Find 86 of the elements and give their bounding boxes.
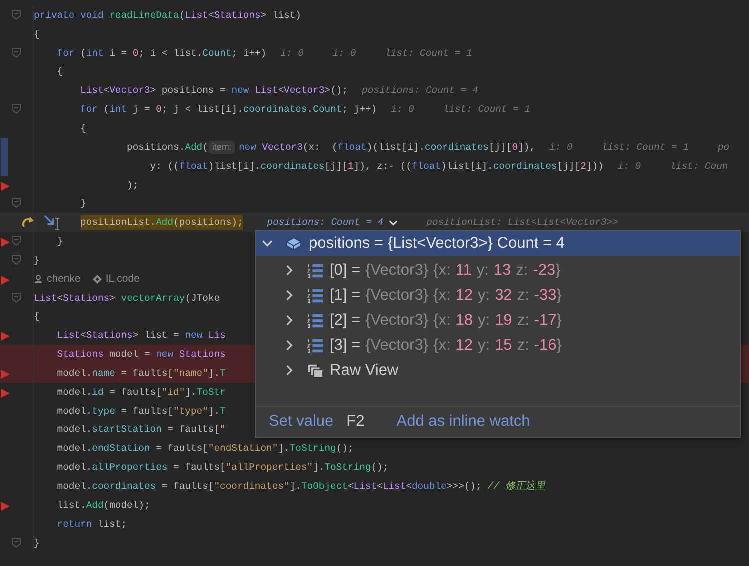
tree-item[interactable]: [0] = {Vector3} {x: 11 y: 13 z: -23} xyxy=(256,258,740,283)
inline-value-hint: i: 0 xyxy=(280,48,304,59)
popup-action-link[interactable]: Add as inline watch xyxy=(396,413,530,431)
stacked-pages-icon xyxy=(307,362,324,378)
inline-value-hint: list: Count = 1 xyxy=(602,142,689,153)
breakpoint-icon[interactable] xyxy=(1,182,10,191)
code-text: for (int j = 0; j < list[i].coordinates.Count; j++) xyxy=(80,103,378,118)
inline-value-hint: list: Count = 1 xyxy=(443,104,531,116)
code-text: model.startStation = faults[" xyxy=(57,423,226,438)
code-text: ); xyxy=(127,178,139,193)
code-text: } xyxy=(57,235,64,250)
code-text: List<Vector3> positions = new List<Vector3>(); xyxy=(80,84,348,98)
chevron-icon[interactable] xyxy=(284,365,295,376)
tree-item[interactable]: Raw View xyxy=(256,358,740,383)
code-text: { xyxy=(57,65,64,80)
inline-value-hint: i: 0 xyxy=(391,104,414,116)
breakpoint-icon[interactable] xyxy=(1,502,10,511)
fold-icon[interactable] xyxy=(12,198,21,208)
inline-value-hint[interactable]: positions: Count = 4 xyxy=(267,217,398,228)
shortcut-hint: F2 xyxy=(346,413,365,431)
code-text: private void readLineData(List<Stations> list) xyxy=(34,8,302,23)
tree-item[interactable]: [1] = {Vector3} {x: 12 y: 32 z: -33} xyxy=(256,283,740,308)
fold-icon[interactable] xyxy=(12,10,21,20)
chevron-icon[interactable] xyxy=(284,340,295,351)
inline-value-hint: i: 0 xyxy=(550,142,573,153)
code-text: { xyxy=(80,122,86,136)
code-text: model.name = faults["name"].T xyxy=(57,366,226,381)
tree-item[interactable]: [2] = {Vector3} {x: 18 y: 19 z: -17} xyxy=(256,308,740,333)
breakpoint-icon[interactable] xyxy=(1,332,10,342)
code-text: List<Stations> vectorArray(JToke xyxy=(34,292,220,306)
code-text: return list; xyxy=(57,518,128,532)
object-icon xyxy=(285,236,303,250)
code-text: model.endStation = faults["endStation"].ToString(); xyxy=(57,442,354,456)
code-text: new Vector3(x: (float)(list[i].coordinates[j][0]), xyxy=(238,140,536,155)
fold-icon[interactable] xyxy=(12,538,21,548)
code-text: positionList.Add(positions); xyxy=(80,215,244,230)
popup-action-link[interactable]: Set value xyxy=(269,413,334,431)
inline-value-hint: positions: Count = 4 xyxy=(362,85,478,96)
inline-value-hint: po xyxy=(718,142,730,153)
numbered-list-icon xyxy=(307,312,324,328)
code-text: list.Add(model); xyxy=(57,498,150,513)
chevron-icon[interactable] xyxy=(284,290,295,301)
chevron-icon[interactable] xyxy=(262,238,273,249)
inline-value-hint: list: Coun xyxy=(670,160,728,172)
chevron-down-icon xyxy=(388,220,398,226)
diamond-icon xyxy=(92,274,102,284)
code-text: } xyxy=(80,197,86,212)
code-text: model.type = faults["type"].T xyxy=(57,404,226,419)
step-over-icon[interactable] xyxy=(21,216,35,230)
author-hint[interactable]: chenke xyxy=(47,273,81,286)
fold-icon[interactable] xyxy=(12,48,21,58)
code-text: List<Stations> list = new Lis xyxy=(57,329,226,344)
numbered-list-icon xyxy=(307,338,324,354)
breakpoint-icon[interactable] xyxy=(1,238,10,248)
code-text: model.allProperties = faults["allProperties"].ToString(); xyxy=(57,461,389,476)
code-text: { xyxy=(34,310,40,324)
parameter-hint: item: xyxy=(209,140,235,154)
inline-value-hint: positionList: List<List<Vector3>> xyxy=(426,217,618,228)
code-text: { xyxy=(34,28,40,42)
fold-icon[interactable] xyxy=(12,236,21,246)
code-text: } xyxy=(34,254,40,268)
breakpoint-icon[interactable] xyxy=(1,370,10,380)
inline-value-hint: i: 0 xyxy=(618,160,642,172)
numbered-list-icon xyxy=(307,288,324,304)
code-text: Stations model = new Stations xyxy=(57,348,226,362)
text-cursor-icon xyxy=(55,218,60,230)
code-text: model.coordinates = faults["coordinates"].ToObject<List<List<double>>>(); // 修正这里 xyxy=(57,480,546,495)
fold-icon[interactable] xyxy=(12,254,21,265)
inline-value-hint: i: 0 xyxy=(332,48,356,59)
tree-item[interactable]: [3] = {Vector3} {x: 12 y: 15 z: -16} xyxy=(256,333,740,358)
breakpoint-icon[interactable] xyxy=(1,388,10,398)
fold-icon[interactable] xyxy=(12,104,21,114)
code-text: model.id = faults["id"].ToStr xyxy=(57,386,226,400)
code-text: for (int i = 0; i < list.Count; i++) xyxy=(57,46,267,61)
breakpoint-icon[interactable] xyxy=(1,276,10,285)
person-icon xyxy=(34,274,43,284)
chevron-icon[interactable] xyxy=(284,315,295,326)
code-text: } xyxy=(34,536,40,551)
fold-icon[interactable] xyxy=(12,292,21,303)
numbered-list-icon xyxy=(307,262,324,278)
code-text: y: ((float)list[i].coordinates[j][1]), z:- ((float)list[i].coordinates[j][2])) xyxy=(150,160,604,174)
arrow-icon[interactable] xyxy=(44,215,55,226)
il-code-link[interactable]: IL code xyxy=(106,273,140,286)
chevron-icon[interactable] xyxy=(284,265,295,276)
inline-value-hint: list: Count = 1 xyxy=(385,48,472,59)
code-text: positions.Add( xyxy=(127,140,208,155)
